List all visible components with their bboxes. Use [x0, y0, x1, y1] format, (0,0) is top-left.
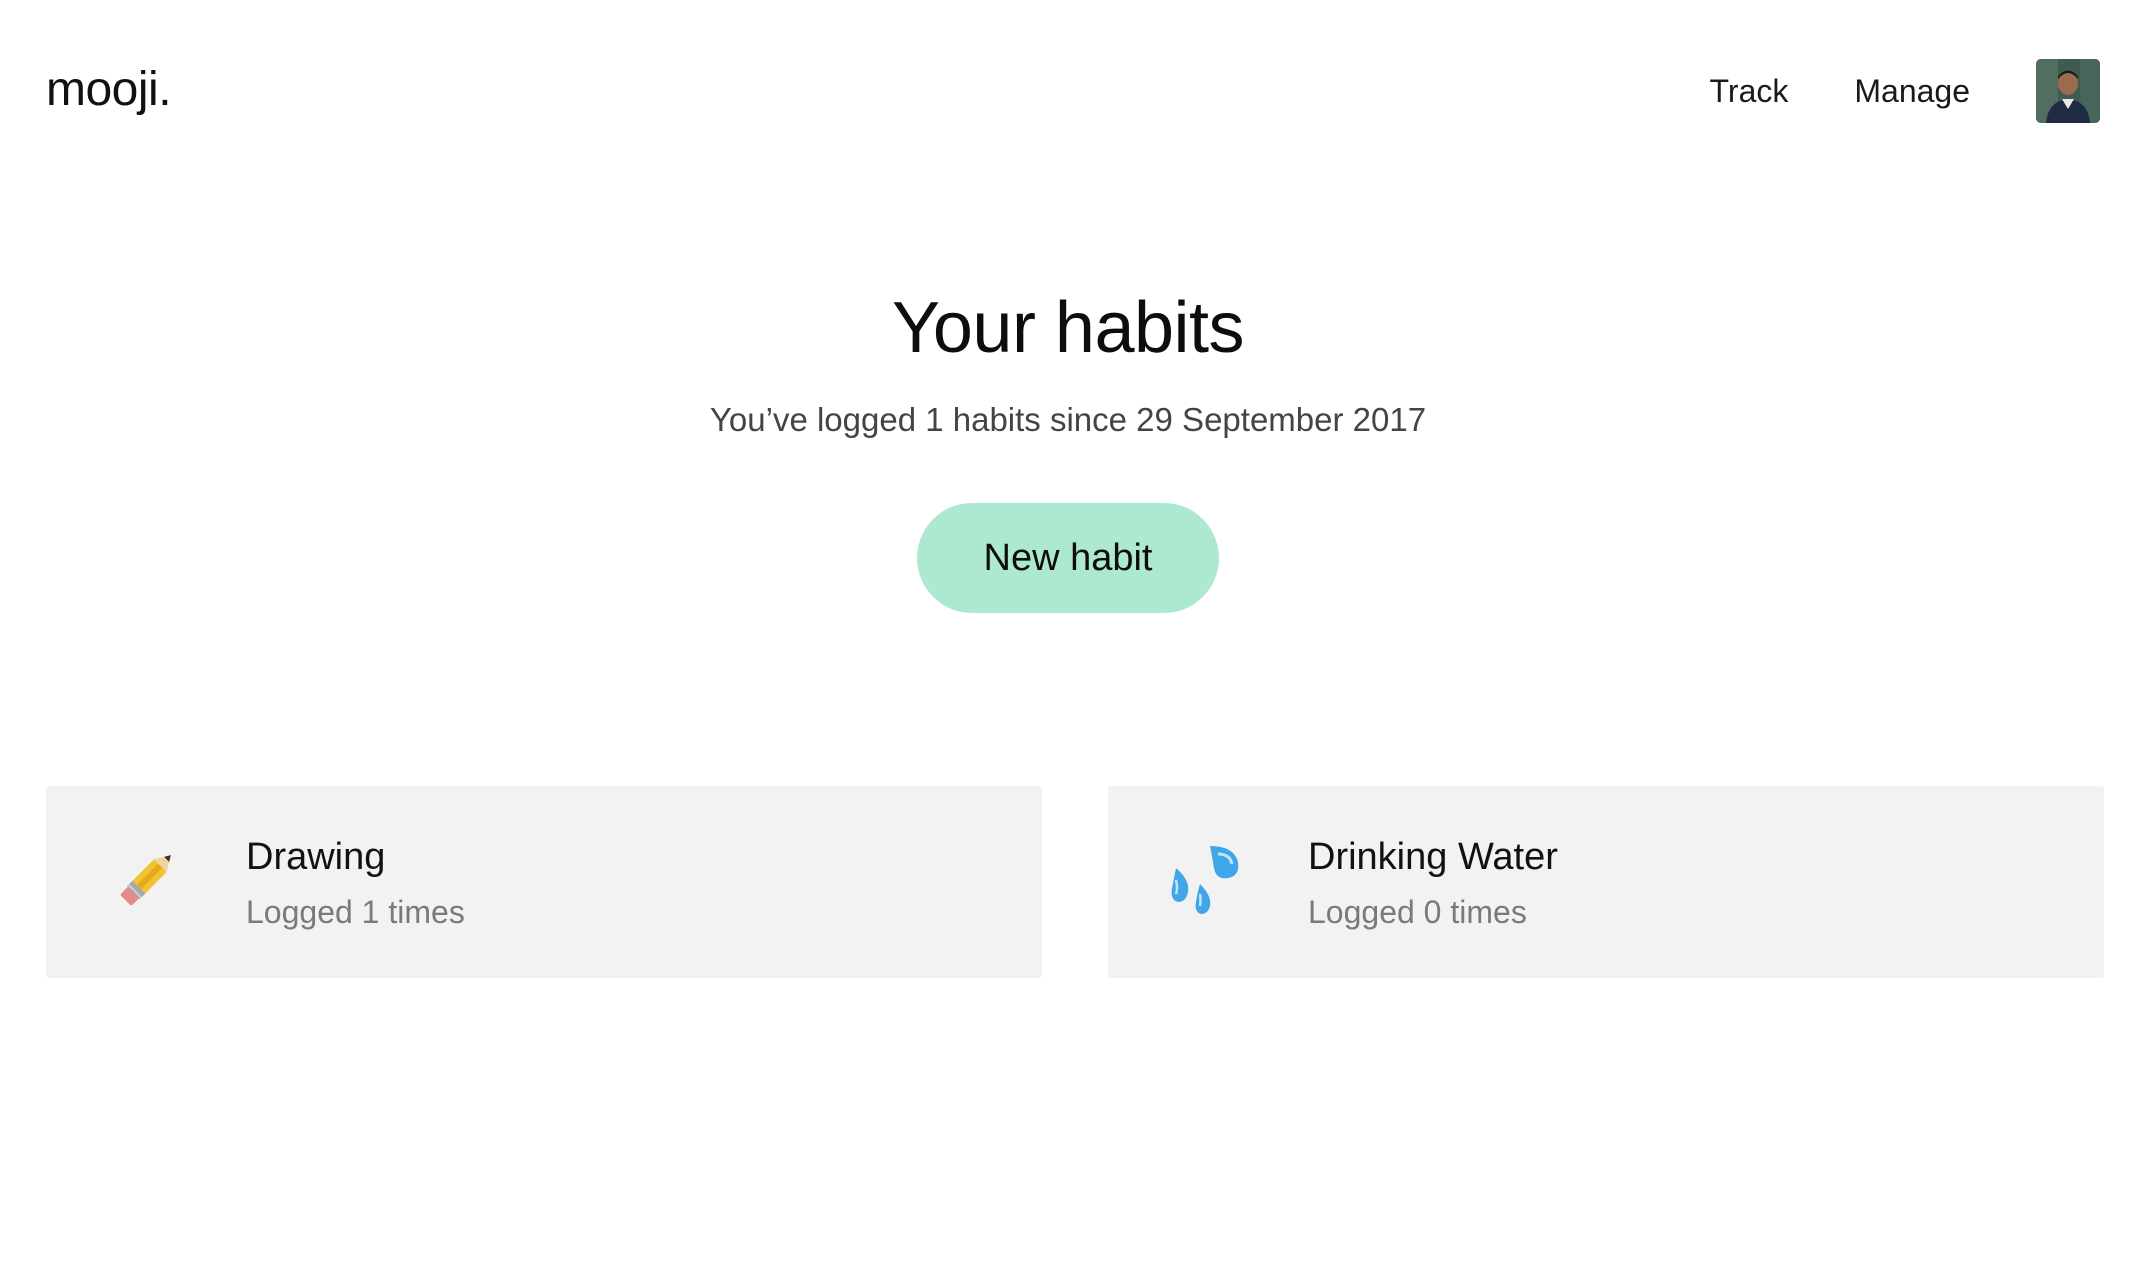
habit-log-count: Logged 1 times	[246, 894, 465, 930]
nav-manage-link[interactable]: Manage	[1854, 73, 1970, 110]
pencil-icon	[104, 840, 184, 924]
nav-track-link[interactable]: Track	[1710, 73, 1789, 110]
page-title: Your habits	[891, 288, 1245, 368]
habit-log-count: Logged 0 times	[1308, 894, 1527, 930]
brand-logo[interactable]: mooji.	[46, 62, 172, 117]
person-avatar-icon	[2036, 59, 2100, 123]
new-habit-button[interactable]: New habit	[917, 503, 1219, 613]
page: mooji. Track Manage Your habits You’ve l…	[0, 0, 2136, 1268]
habit-card-drinking-water[interactable]: Drinking Water Logged 0 times	[1108, 786, 2104, 978]
habit-list: Drawing Logged 1 times Drinking Water Lo…	[46, 786, 2104, 978]
habit-card-drawing[interactable]: Drawing Logged 1 times	[46, 786, 1042, 978]
sweat-droplets-icon	[1166, 840, 1246, 924]
hero-section: Your habits You’ve logged 1 habits since…	[0, 285, 2136, 613]
habits-summary: You’ve logged 1 habits since 29 Septembe…	[709, 401, 1427, 438]
habit-name: Drawing	[246, 836, 386, 878]
top-nav: Track Manage	[1710, 58, 2136, 124]
user-avatar[interactable]	[2036, 59, 2100, 123]
habit-name: Drinking Water	[1308, 836, 1558, 878]
